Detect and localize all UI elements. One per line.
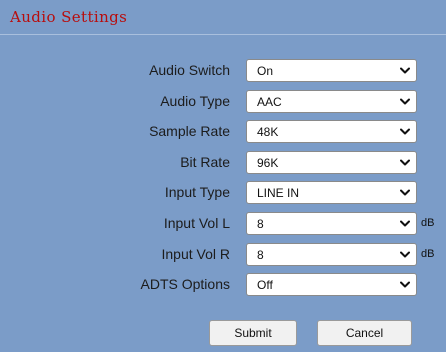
input-vol-r-select[interactable]: 8 <box>246 243 417 266</box>
sample-rate-row: Sample Rate 48K <box>0 120 446 144</box>
input-type-label: Input Type <box>164 184 230 200</box>
audio-type-select[interactable]: AAC <box>246 90 417 113</box>
sample-rate-select[interactable]: 48K <box>246 120 417 143</box>
bit-rate-label: Bit Rate <box>180 154 230 170</box>
submit-button[interactable]: Submit <box>209 320 297 346</box>
chevron-down-icon <box>400 159 410 166</box>
adts-options-row: ADTS Options Off <box>0 273 446 297</box>
chevron-down-icon <box>400 128 410 135</box>
audio-type-label: Audio Type <box>160 93 230 109</box>
cancel-button[interactable]: Cancel <box>317 320 412 346</box>
adts-options-label: ADTS Options <box>140 276 230 292</box>
input-vol-r-unit: dB <box>421 248 435 260</box>
sample-rate-value: 48K <box>257 125 279 139</box>
input-vol-r-label: Input Vol R <box>161 246 231 262</box>
audio-switch-value: On <box>257 64 274 78</box>
chevron-down-icon <box>400 98 410 105</box>
input-vol-l-select[interactable]: 8 <box>246 212 417 235</box>
chevron-down-icon <box>400 189 410 196</box>
sample-rate-label: Sample Rate <box>149 123 230 139</box>
input-type-value: LINE IN <box>257 186 300 200</box>
audio-switch-select[interactable]: On <box>246 59 417 82</box>
chevron-down-icon <box>400 220 410 227</box>
input-type-select[interactable]: LINE IN <box>246 181 417 204</box>
audio-type-row: Audio Type AAC <box>0 90 446 114</box>
audio-settings-panel: Audio Settings Audio Switch On Audio Typ… <box>0 0 446 352</box>
chevron-down-icon <box>400 251 410 258</box>
input-vol-r-row: Input Vol R 8 dB <box>0 243 446 267</box>
input-vol-l-unit: dB <box>421 217 435 229</box>
audio-switch-label: Audio Switch <box>149 62 230 78</box>
audio-switch-row: Audio Switch On <box>0 59 446 83</box>
input-type-row: Input Type LINE IN <box>0 181 446 205</box>
input-vol-l-label: Input Vol L <box>163 215 230 231</box>
adts-options-select[interactable]: Off <box>246 273 417 296</box>
panel-title: Audio Settings <box>10 8 128 26</box>
chevron-down-icon <box>400 281 410 288</box>
bit-rate-row: Bit Rate 96K <box>0 151 446 175</box>
adts-options-value: Off <box>257 278 273 292</box>
bit-rate-select[interactable]: 96K <box>246 151 417 174</box>
input-vol-l-value: 8 <box>257 217 264 231</box>
audio-type-value: AAC <box>257 95 282 109</box>
chevron-down-icon <box>400 67 410 74</box>
bit-rate-value: 96K <box>257 156 279 170</box>
title-divider <box>0 34 446 35</box>
input-vol-r-value: 8 <box>257 248 264 262</box>
input-vol-l-row: Input Vol L 8 dB <box>0 212 446 236</box>
